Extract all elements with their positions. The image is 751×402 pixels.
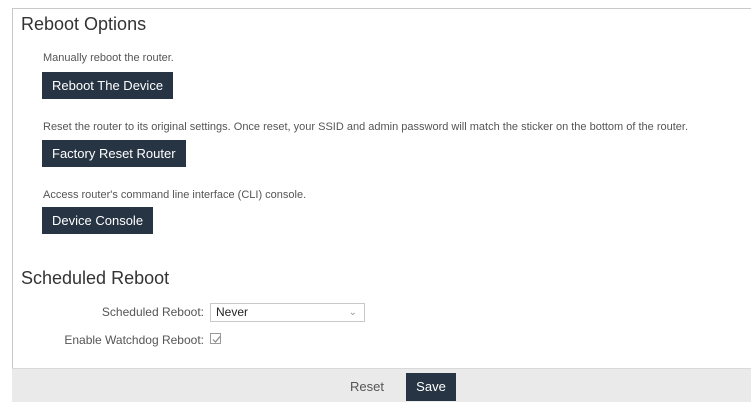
checkmark-icon — [212, 336, 221, 343]
chevron-down-icon: ⌄ — [348, 307, 357, 318]
reboot-device-button[interactable]: Reboot The Device — [42, 72, 174, 99]
scheduled-reboot-label: Scheduled Reboot: — [101, 305, 204, 319]
reset-button[interactable]: Reset — [346, 373, 388, 401]
save-button[interactable]: Save — [406, 373, 456, 401]
device-console-button[interactable]: Device Console — [42, 207, 154, 234]
console-description: Access router's command line interface (… — [43, 189, 307, 201]
scheduled-reboot-select[interactable]: Never ⌄ — [210, 303, 365, 322]
scheduled-reboot-title: Scheduled Reboot — [21, 268, 170, 288]
watchdog-reboot-checkbox[interactable] — [210, 333, 221, 344]
factory-reset-button[interactable]: Factory Reset Router — [42, 140, 186, 167]
factory-reset-description: Reset the router to its original setting… — [43, 121, 689, 133]
scheduled-reboot-value: Never — [216, 305, 249, 319]
reboot-description: Manually reboot the router. — [43, 52, 174, 64]
watchdog-reboot-label: Enable Watchdog Reboot: — [64, 333, 204, 347]
reboot-options-title: Reboot Options — [21, 14, 147, 34]
